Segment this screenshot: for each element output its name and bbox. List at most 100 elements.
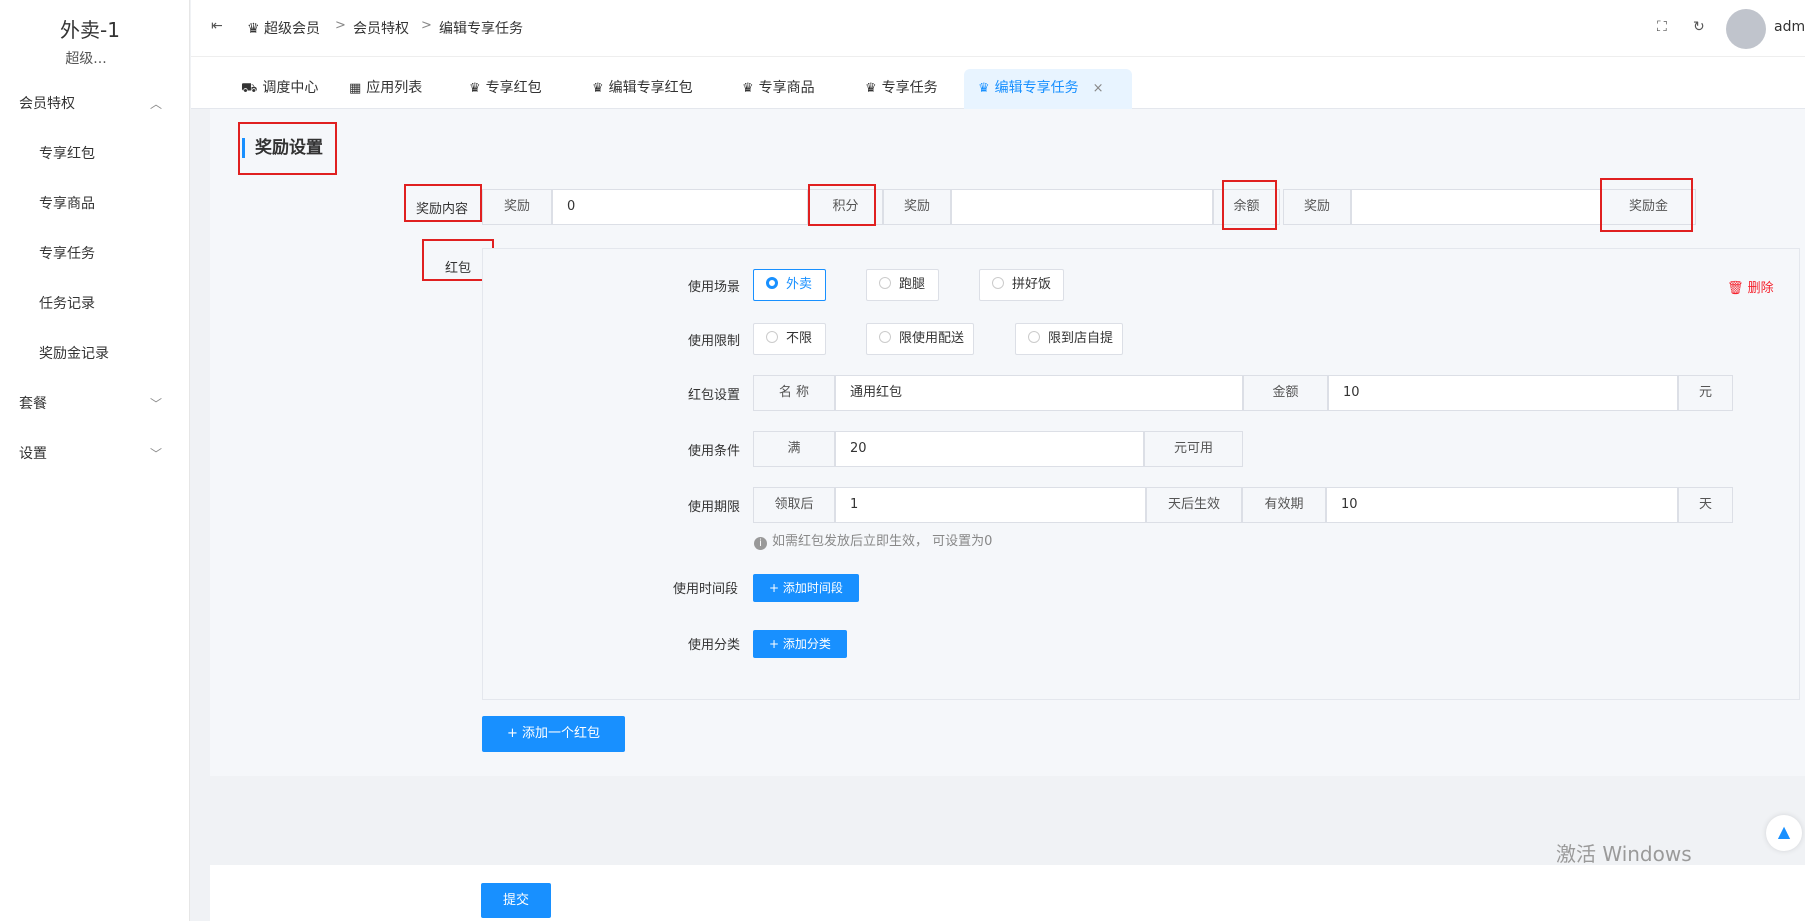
add-category-button[interactable]: + 添加分类: [753, 630, 847, 658]
balance-prefix-addon: 奖励: [883, 189, 951, 225]
rp-setting-label: 红包设置: [688, 388, 741, 403]
validity-unit-addon: 天: [1678, 487, 1733, 523]
logo-title: 外卖-1: [60, 18, 120, 42]
add-redpacket-button[interactable]: + 添加一个红包: [482, 716, 625, 752]
radio-icon: [1028, 331, 1040, 343]
windows-activation-watermark: 激活 Windows: [1556, 842, 1692, 866]
amount-unit-addon: 元: [1678, 375, 1733, 411]
sidebar-item-exclusive-goods[interactable]: 专享商品: [0, 184, 190, 224]
tab-exclusive-goods[interactable]: ♛ 专享商品: [734, 69, 823, 109]
crown-icon: ♛: [592, 81, 604, 96]
annotation-box: [1222, 180, 1277, 230]
bonus-prefix-addon: 奖励: [1283, 189, 1351, 225]
chevron-down-icon: ﹀: [150, 397, 163, 411]
radio-checked-icon: [766, 277, 778, 289]
bonus-input[interactable]: [1351, 189, 1601, 225]
breadcrumb-item-super-member[interactable]: ♛ 超级会员: [247, 18, 320, 38]
limit-radio-unlimited[interactable]: 不限: [753, 323, 826, 355]
crown-icon: ♛: [978, 81, 990, 96]
menu-fold-icon[interactable]: ⇤: [211, 18, 223, 34]
crown-icon: ♛: [742, 81, 754, 96]
category-label: 使用分类: [688, 638, 741, 653]
sidebar-group-member-privilege[interactable]: 会员特权 ︿: [0, 84, 190, 124]
scene-radio-takeout[interactable]: 外卖: [753, 269, 826, 301]
info-icon: i: [754, 537, 767, 550]
radio-icon: [992, 277, 1004, 289]
limit-label: 使用限制: [688, 334, 741, 349]
radio-icon: [766, 331, 778, 343]
redpacket-panel: [482, 248, 1800, 700]
sidebar-item-bonus-record[interactable]: 奖励金记录: [0, 334, 190, 374]
scene-radio-group-meal[interactable]: 拼好饭: [979, 269, 1064, 301]
tab-dispatch-center[interactable]: ⛟ 调度中心: [233, 69, 326, 109]
sidebar-group-label: 会员特权: [19, 96, 75, 112]
sidebar-group-settings[interactable]: 设置 ﹀: [0, 434, 190, 474]
scene-label: 使用场景: [688, 280, 741, 295]
trash-icon: 🗑: [1727, 281, 1744, 296]
chevron-up-icon: ︿: [150, 97, 163, 111]
username[interactable]: admin: [1774, 19, 1805, 35]
footer-bar: [210, 865, 1805, 921]
period-prefix-addon: 领取后: [753, 487, 835, 523]
logo-subtitle: 超级...: [65, 51, 107, 67]
sidebar-group-package[interactable]: 套餐 ﹀: [0, 384, 190, 424]
crown-icon: ♛: [469, 81, 481, 96]
annotation-box: [808, 184, 876, 226]
points-input[interactable]: 0: [552, 189, 808, 225]
sidebar-group-label: 套餐: [19, 396, 47, 412]
add-time-button[interactable]: + 添加时间段: [753, 574, 859, 602]
tab-edit-exclusive-task[interactable]: ♛ 编辑专享任务 ×: [964, 69, 1132, 109]
period-hint: i 如需红包发放后立即生效， 可设置为0: [754, 530, 992, 550]
points-prefix-addon: 奖励: [482, 189, 552, 225]
tab-app-list[interactable]: ▦ 应用列表: [341, 69, 430, 109]
name-addon: 名 称: [753, 375, 835, 411]
breadcrumb-separator: >: [421, 18, 432, 33]
breadcrumb-separator: >: [335, 18, 346, 33]
breadcrumb-item-edit-task: 编辑专享任务: [439, 21, 523, 37]
time-label: 使用时间段: [673, 582, 739, 597]
crown-icon: ♛: [865, 81, 877, 96]
top-header: ⇤ ♛ 超级会员 > 会员特权 > 编辑专享任务 ⛶ ↻ admin: [191, 0, 1805, 57]
radio-icon: [879, 277, 891, 289]
amount-input[interactable]: 10: [1328, 375, 1678, 411]
condition-input[interactable]: 20: [835, 431, 1144, 467]
validity-addon: 有效期: [1242, 487, 1326, 523]
annotation-box: [1600, 178, 1693, 232]
sidebar-item-exclusive-redpacket[interactable]: 专享红包: [0, 134, 190, 174]
validity-input[interactable]: 10: [1326, 487, 1678, 523]
apps-icon: ▦: [349, 81, 362, 96]
back-to-top-button[interactable]: ▲: [1766, 815, 1802, 851]
balance-input[interactable]: [951, 189, 1213, 225]
sidebar-group-label: 设置: [19, 446, 47, 462]
radio-icon: [879, 331, 891, 343]
truck-icon: ⛟: [241, 81, 258, 96]
period-input[interactable]: 1: [835, 487, 1146, 523]
close-icon[interactable]: ×: [1093, 81, 1104, 96]
period-mid-addon: 天后生效: [1146, 487, 1242, 523]
scene-radio-errand[interactable]: 跑腿: [866, 269, 939, 301]
limit-radio-pickup[interactable]: 限到店自提: [1015, 323, 1123, 355]
refresh-icon[interactable]: ↻: [1693, 19, 1705, 35]
tab-exclusive-task[interactable]: ♛ 专享任务: [857, 69, 946, 109]
condition-label: 使用条件: [688, 444, 741, 459]
fullscreen-icon[interactable]: ⛶: [1657, 19, 1667, 35]
amount-addon: 金额: [1243, 375, 1328, 411]
avatar[interactable]: [1726, 9, 1766, 49]
limit-radio-delivery[interactable]: 限使用配送: [866, 323, 974, 355]
submit-button[interactable]: 提交: [481, 883, 551, 918]
annotation-box: [404, 184, 482, 222]
delete-button[interactable]: 🗑 删除: [1727, 277, 1774, 296]
period-label: 使用期限: [688, 500, 741, 515]
crown-icon: ♛: [247, 21, 260, 37]
sidebar-item-exclusive-task[interactable]: 专享任务: [0, 234, 190, 274]
tab-edit-exclusive-redpacket[interactable]: ♛ 编辑专享红包: [584, 69, 701, 109]
redpacket-name-input[interactable]: 通用红包: [835, 375, 1243, 411]
sidebar: 外卖-1 超级... 会员特权 ︿ 专享红包 专享商品 专享任务 任务记录 奖励…: [0, 0, 190, 921]
chevron-down-icon: ﹀: [150, 447, 163, 461]
condition-suffix-addon: 元可用: [1144, 431, 1243, 467]
condition-prefix-addon: 满: [753, 431, 835, 467]
breadcrumb-item-member-privilege[interactable]: 会员特权: [353, 18, 409, 38]
tab-exclusive-redpacket[interactable]: ♛ 专享红包: [461, 69, 550, 109]
annotation-box: [238, 122, 337, 175]
sidebar-item-task-record[interactable]: 任务记录: [0, 284, 190, 324]
